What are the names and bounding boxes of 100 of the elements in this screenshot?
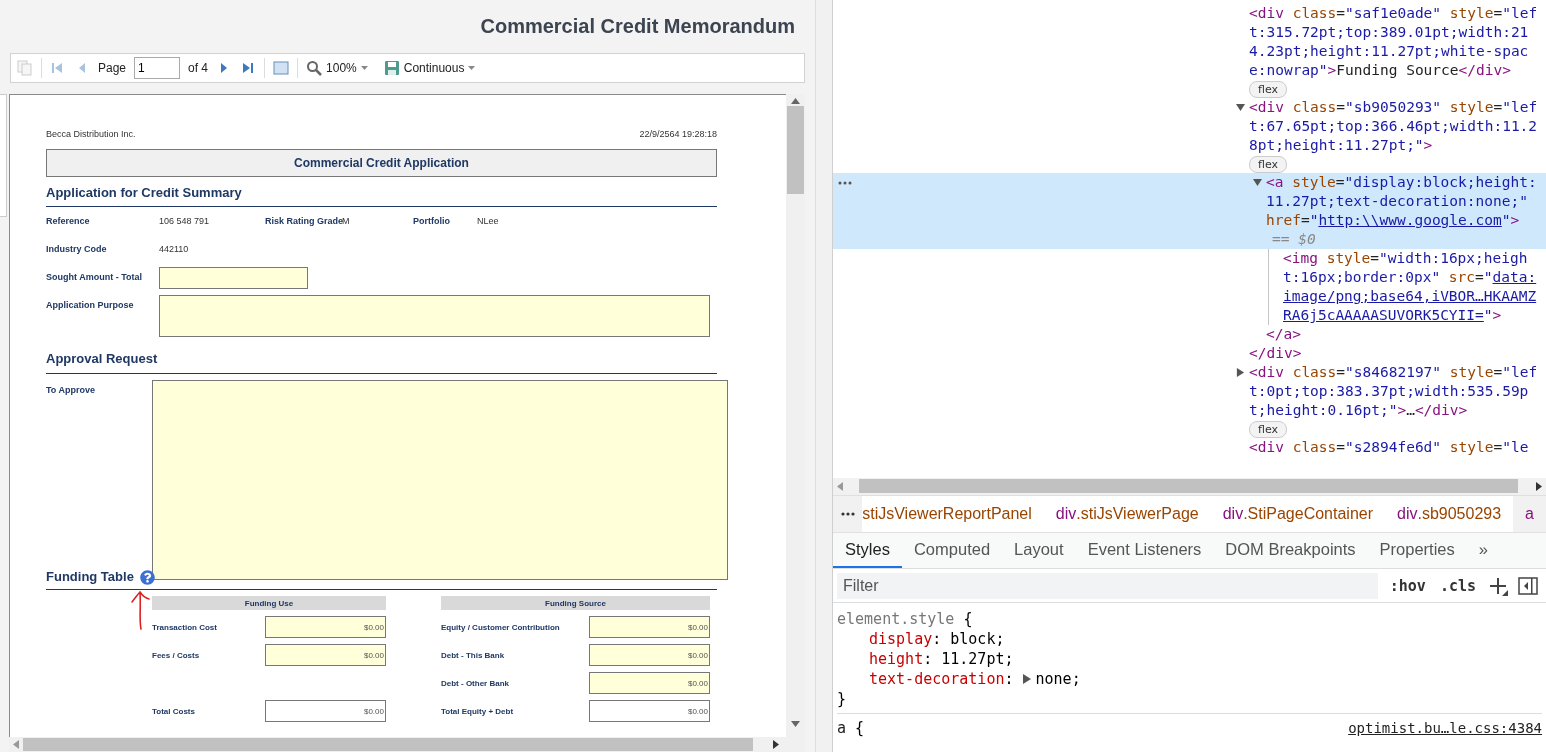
scroll-right-icon[interactable] xyxy=(1536,481,1542,491)
purpose-field[interactable] xyxy=(159,295,710,337)
funding-label: Total Equity + Debt xyxy=(441,706,515,716)
more-icon xyxy=(840,511,855,516)
company-name: Becca Distribution Inc. xyxy=(46,129,136,140)
class-button[interactable]: .cls xyxy=(1437,576,1478,595)
breadcrumb[interactable]: div.sb9050293 xyxy=(1385,495,1514,532)
scroll-left-icon[interactable] xyxy=(837,481,843,491)
funding-label: Total Costs xyxy=(152,706,196,716)
selected-row-highlight[interactable]: <a style="display:block;height:11.27pt;text-decoration:none;" href="http:\\www.google.com"> == $0 xyxy=(833,173,1546,249)
field-label: Portfolio xyxy=(413,216,451,226)
tab[interactable]: Event Listeners xyxy=(1075,532,1214,569)
page-number-field[interactable]: 1 xyxy=(134,57,181,79)
field-label: Industry Code xyxy=(46,244,108,254)
style-property[interactable]: display: xyxy=(869,629,951,649)
funding-label: Debt - This Bank xyxy=(441,650,506,660)
horizontal-scrollbar[interactable] xyxy=(833,477,1546,495)
more-icon[interactable] xyxy=(838,181,852,185)
report-title: Commercial Credit Memorandum xyxy=(480,15,795,38)
html-markup-text[interactable]: <div class="s84682197" style="left:0pt;top:383.37pt;width:535.59pt;height:0.16pt;">…</div> xyxy=(1249,363,1543,420)
scroll-thumb[interactable] xyxy=(859,479,1518,494)
style-property[interactable]: text-decoration: xyxy=(869,669,1023,689)
style-property[interactable]: height: xyxy=(869,649,942,669)
more-tabs-button[interactable]: » xyxy=(1466,532,1500,569)
view-mode-button[interactable]: Continuous xyxy=(383,60,476,76)
property-value[interactable]: none; xyxy=(1035,669,1081,689)
scroll-thumb[interactable] xyxy=(787,106,804,194)
html-markup-text[interactable]: <div class="sb9050293" style="left:67.65pt;top:366.46pt;width:11.28pt;height:11.27pt;"> xyxy=(1249,98,1543,155)
scroll-up-icon[interactable] xyxy=(791,98,800,104)
property-value[interactable]: block; xyxy=(950,629,1005,649)
closing-tag-text: </div> xyxy=(1249,344,1303,363)
amount-field[interactable]: $0.00 xyxy=(589,616,710,638)
field-label: Sought Amount - Total xyxy=(46,271,143,282)
tab[interactable]: Styles xyxy=(833,532,902,569)
help-icon[interactable] xyxy=(139,569,155,585)
amount-field[interactable]: $0.00 xyxy=(589,644,710,666)
funding-label: Equity / Customer Contribution xyxy=(441,622,561,632)
total-field[interactable]: $0.00 xyxy=(589,700,710,722)
table-heading: Funding Use xyxy=(152,596,386,610)
breadcrumb[interactable]: a xyxy=(1513,495,1546,532)
funding-label: Debt - Other Bank xyxy=(441,678,510,688)
plus-icon[interactable] xyxy=(1488,575,1508,596)
field-value: M xyxy=(342,216,351,226)
total-field[interactable]: $0.00 xyxy=(265,700,386,722)
flex-badge[interactable]: flex xyxy=(1249,156,1287,173)
flex-badge[interactable]: flex xyxy=(1249,81,1287,98)
breadcrumb[interactable]: div.stiJsViewerPage xyxy=(1043,495,1211,532)
approval-field[interactable] xyxy=(152,380,728,580)
closing-tag-text: </a> xyxy=(1266,325,1302,344)
tab[interactable]: Layout xyxy=(1002,532,1076,569)
collapse-triangle-icon[interactable] xyxy=(1236,103,1245,112)
amount-field[interactable]: $0.00 xyxy=(589,672,710,694)
tab[interactable]: Properties xyxy=(1367,532,1467,569)
html-markup-text[interactable]: <div class="s2894fe6d" style="le xyxy=(1249,438,1543,457)
breadcrumb[interactable]: div.StiPageContainer xyxy=(1210,495,1385,532)
rule-close: } xyxy=(837,689,848,709)
rule-selector: element.style { xyxy=(837,609,973,629)
amount-field[interactable] xyxy=(159,267,308,289)
field-value: NLee xyxy=(477,216,500,226)
tab[interactable]: DOM Breakpoints xyxy=(1213,532,1368,569)
property-value[interactable]: 11.27pt; xyxy=(941,649,1014,669)
section-title: Approval Request xyxy=(46,351,158,367)
breadcrumb[interactable]: stiJsViewerReportPanel xyxy=(862,495,1044,532)
page-label: Page xyxy=(98,61,127,75)
html-markup-text[interactable]: <img style="width:16px;height:16px;border:0px" src="data:image/png;base64,iVBOR…HKAAMZRA6j5cAAAAASUVORK5CYII="> xyxy=(1283,249,1543,325)
scroll-right-icon[interactable] xyxy=(773,740,779,749)
section-title: Application for Credit Summary xyxy=(46,185,242,201)
timestamp: 22/9/2564 19:28:18 xyxy=(639,129,717,140)
page-count: of 4 xyxy=(188,61,209,75)
amount-field[interactable]: $0.00 xyxy=(265,616,386,638)
field-value: 106 548 791 xyxy=(159,216,211,226)
amount-field[interactable]: $0.00 xyxy=(265,644,386,666)
html-markup-text[interactable]: <div class="saf1e0ade" style="left:315.72pt;top:389.01pt;width:214.23pt;height:11.27pt;white-space:nowrap">Funding Source</div> xyxy=(1249,4,1543,80)
scroll-thumb[interactable] xyxy=(23,738,753,751)
field-label: To Approve xyxy=(46,384,96,395)
scroll-down-icon[interactable] xyxy=(791,721,800,727)
section-title: Funding Table xyxy=(46,569,134,585)
caret-icon xyxy=(468,66,476,70)
html-markup-text[interactable]: <a style="display:block;height:11.27pt;text-decoration:none;" href="http:\\www.google.com"> xyxy=(1266,173,1543,230)
table-heading: Funding Source xyxy=(441,596,710,610)
caret-icon xyxy=(360,66,368,70)
field-label: Application Purpose xyxy=(46,299,135,310)
page-icon xyxy=(273,61,290,75)
selected-marker: == $0 xyxy=(1271,230,1317,249)
funding-label: Fees / Costs xyxy=(152,650,201,660)
zoom-button[interactable]: 100% xyxy=(306,60,368,76)
search-icon xyxy=(306,60,323,76)
expand-triangle-icon[interactable] xyxy=(1022,674,1032,684)
stylesheet-link[interactable]: optimist.bu…le.css:4384 xyxy=(1348,718,1542,738)
sidebar-toggle-icon[interactable] xyxy=(1518,575,1538,596)
hover-state-button[interactable]: :hov xyxy=(1387,576,1428,595)
filter-field[interactable]: Filter xyxy=(837,572,1378,599)
collapse-triangle-icon[interactable] xyxy=(1253,178,1262,187)
rule-selector: a { xyxy=(837,718,865,738)
expand-triangle-icon[interactable] xyxy=(1236,368,1245,377)
more-button[interactable] xyxy=(833,495,863,532)
scroll-left-icon[interactable] xyxy=(13,740,19,749)
field-value: 442110 xyxy=(159,244,190,254)
flex-badge[interactable]: flex xyxy=(1249,421,1287,438)
tab[interactable]: Computed xyxy=(901,532,1003,569)
